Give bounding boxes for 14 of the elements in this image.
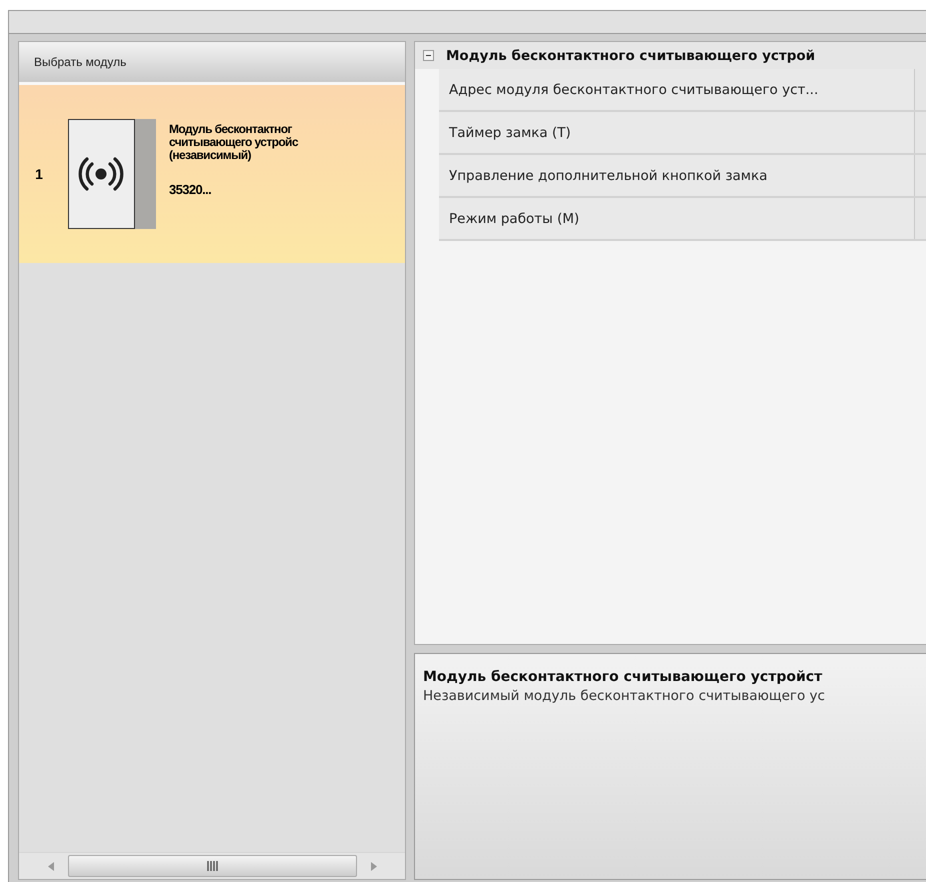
collapse-icon[interactable] — [423, 50, 434, 61]
module-card[interactable]: 1 Модуль бесконтактног считывающего устройс (независимый) 35320... — [19, 85, 405, 263]
module-number: 1 — [34, 166, 44, 182]
panel-title: Выбрать модуль — [34, 55, 126, 69]
scroll-left-icon[interactable] — [48, 862, 54, 870]
module-name: Модуль бесконтактног считывающего устройс (независимый) — [169, 123, 298, 162]
description-title: Модуль бесконтактного считывающего устройст — [423, 669, 822, 685]
description-text: Независимый модуль бесконтактного считывающего ус — [423, 688, 825, 704]
device-icon — [68, 119, 156, 229]
module-code: 35320... — [169, 182, 212, 197]
horizontal-scrollbar[interactable] — [19, 852, 405, 879]
scroll-right-icon[interactable] — [371, 862, 377, 870]
group-title: Модуль бесконтактного считывающего устрой — [446, 48, 816, 64]
scroll-thumb[interactable] — [68, 855, 357, 877]
